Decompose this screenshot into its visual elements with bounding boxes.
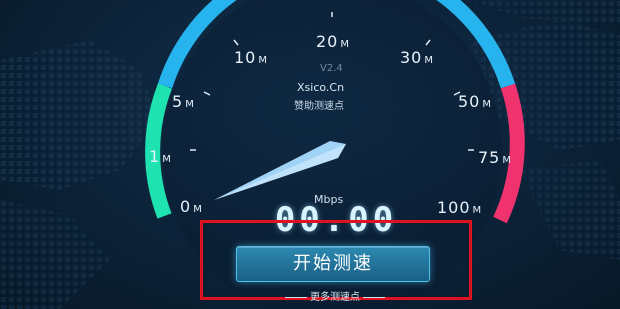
scale-label-30: 30 M [400,48,434,67]
more-nodes-link[interactable]: 更多测速点 [262,288,408,303]
scale-label-0: 0M [180,197,203,216]
scale-label-1: 1M [149,147,172,166]
scale-label-50: 50 M [458,92,492,111]
start-test-button[interactable]: 开始测速 [236,246,430,282]
version-label: V2.4 [320,63,343,74]
scale-label-20: 20 M [316,32,350,51]
speedtest-widget: 0M 1M 5M 10 M 20 M 30 M 50 M 75 M 100 M V2.4 X… [0,0,620,309]
scale-label-100: 100 M [437,198,483,217]
right-dash [363,296,385,298]
scale-label-75: 75 M [478,148,512,167]
scale-label-5: 5M [172,92,195,111]
brand-label: Xsico.Cn [297,81,345,94]
left-dash [285,296,307,298]
scale-label-10: 10 M [234,48,268,67]
sponsor-label: 赞助测速点 [294,101,344,112]
more-nodes-label: 更多测速点 [310,292,360,303]
